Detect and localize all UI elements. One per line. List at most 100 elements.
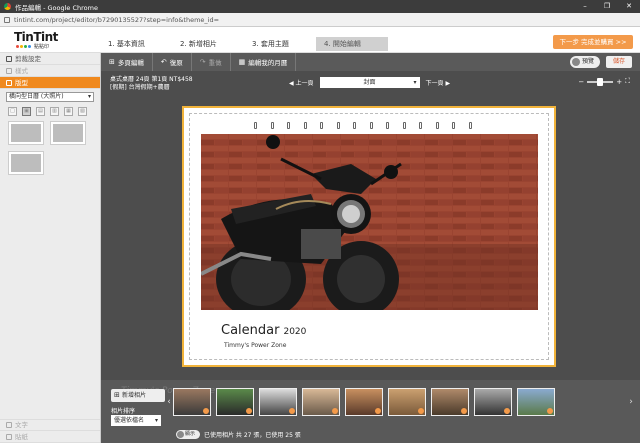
photo-usage-status: 已使用相片 共 27 張，已使用 25 張 [204,432,301,439]
workspace: 桌式桌曆 24頁 第1頁 NT$458 [假期] 台灣假期+農曆 ◀ 上一頁 封… [101,71,640,380]
step-apply-theme[interactable]: 3. 套用主題 [244,37,316,51]
sticker-icon [6,433,12,440]
edit-month-button[interactable]: ▦ 編輯我的月曆 [231,53,297,71]
multi-page-label: 多頁編輯 [117,59,144,67]
sidebar-item-label: 版型 [15,78,28,87]
four-photo-layout-icon[interactable]: ▦ [64,107,73,116]
photo-thumbnail[interactable] [216,388,254,416]
single-photo-layout-icon[interactable]: ▣ [22,107,31,116]
address-bar[interactable]: tintint.com/project/editor/b7290135527?s… [0,13,640,27]
zoom-slider[interactable] [587,77,614,86]
layout-type-select[interactable]: 橫向型日曆 (大照片) [6,92,94,102]
filmstrip-status: 顯示 已使用相片 共 27 張，已使用 25 張 [176,430,301,439]
undo-button[interactable]: ↶ 復原 [153,53,192,71]
project-info: 桌式桌曆 24頁 第1頁 NT$458 [假期] 台灣假期+農曆 [110,76,193,92]
layout-thumb[interactable] [8,121,44,145]
two-photo-layout-icon[interactable]: ▤ [36,107,45,116]
next-step-button[interactable]: 下一步 完成並購買 >> [553,35,633,49]
step-nav: 1. 基本資訊 2. 新增相片 3. 套用主題 4. 開始編輯 [100,37,388,51]
app-header: TinTint 點點印 1. 基本資訊 2. 新增相片 3. 套用主題 4. 開… [0,27,640,53]
cover-photo[interactable] [201,134,538,310]
thumbnail-list [173,388,555,416]
save-button[interactable]: 儲存 [606,56,632,68]
sidebar-item-sticker[interactable]: 貼紙 [0,431,100,443]
sidebar-item-crop[interactable]: 剪裁設定 [0,53,100,65]
editor-toolbar: ⊞ 多頁編輯 ↶ 復原 ↷ 重做 ▦ 編輯我的月曆 預覽 儲存 [101,53,640,71]
next-page-label: 下一頁 [425,80,444,87]
preview-toggle[interactable]: 預覽 [570,56,600,68]
layout-thumb[interactable] [8,151,44,175]
filmstrip-next-icon[interactable]: › [627,388,635,416]
chrome-icon [4,3,11,10]
filmstrip-prev-icon[interactable]: ‹ [165,388,173,416]
redo-label: 重做 [208,59,222,67]
three-photo-layout-icon[interactable]: ▥ [50,107,59,116]
photo-thumbnail[interactable] [345,388,383,416]
photo-thumbnail[interactable] [517,388,555,416]
sidebar: 剪裁設定 樣式 版型 橫向型日曆 (大照片) □ ▣ ▤ ▥ ▦ ▧ 文字 貼紙 [0,53,101,443]
page-select[interactable]: 封面 [319,77,420,88]
sort-label: 相片排序 [111,408,136,415]
layout-thumbnails [0,118,100,178]
project-info-line: 桌式桌曆 24頁 第1頁 NT$458 [110,76,193,83]
sidebar-item-text[interactable]: 文字 [0,419,100,431]
next-page-button[interactable]: 下一頁 ▶ [426,78,451,87]
minimize-button[interactable]: – [574,0,596,13]
close-button[interactable]: ✕ [618,0,640,13]
grid-icon: ⊞ [109,58,115,66]
layout-filter-icons: □ ▣ ▤ ▥ ▦ ▧ [0,105,100,118]
binding-rings [254,122,472,129]
maximize-button[interactable]: ❐ [596,0,618,13]
photo-thumbnail[interactable] [388,388,426,416]
add-photo-button[interactable]: 新增相片 [111,389,165,402]
zoom-slider-handle[interactable] [597,77,604,86]
blank-layout-icon[interactable]: □ [8,107,17,116]
layout-thumb[interactable] [50,121,86,145]
photo-thumbnail[interactable] [302,388,340,416]
calendar-title[interactable]: Calendar 2020 [221,323,306,338]
calendar-page[interactable]: Calendar 2020 Timmy's Power Zone [182,106,556,367]
window-titlebar: 作品編輯 - Google Chrome – ❐ ✕ [0,0,640,13]
undo-label: 復原 [169,59,183,67]
logo[interactable]: TinTint [14,30,58,44]
logo-sub: 點點印 [16,43,49,50]
calendar-icon: ▦ [238,58,246,66]
photo-thumbnail[interactable] [259,388,297,416]
multi-page-button[interactable]: ⊞ 多頁編輯 [101,53,153,71]
show-used-toggle[interactable]: 顯示 [176,430,200,439]
text-icon [6,422,12,428]
redo-button[interactable]: ↷ 重做 [192,53,231,71]
page-navigator: ◀ 上一頁 封面 下一頁 ▶ [289,77,450,88]
photo-thumbnail[interactable] [474,388,512,416]
zoom-in-button[interactable]: + [616,78,622,86]
style-icon [6,67,12,74]
sidebar-bottom: 文字 貼紙 [0,419,100,443]
window-title: 作品編輯 - Google Chrome [15,3,98,12]
step-start-editing[interactable]: 4. 開始編輯 [316,37,388,51]
sort-select[interactable]: 優選依檔名 [111,415,161,426]
photo-thumbnail[interactable] [431,388,469,416]
fullscreen-icon[interactable]: ⛶ [625,77,630,86]
sidebar-item-layout[interactable]: 版型 [0,77,100,89]
layout-icon [6,79,12,86]
lock-icon [4,16,10,23]
photo-filmstrip: Timmy's Power Zone 新增相片 相片排序 優選依檔名 ‹ › 顯… [101,380,640,443]
photo-thumbnail[interactable] [173,388,211,416]
zoom-out-button[interactable]: − [578,78,584,86]
multi-photo-layout-icon[interactable]: ▧ [78,107,87,116]
prev-page-button[interactable]: ◀ 上一頁 [289,78,314,87]
calendar-subtitle[interactable]: Timmy's Power Zone [224,342,286,349]
edit-month-label: 編輯我的月曆 [248,59,288,67]
sidebar-item-style[interactable]: 樣式 [0,65,100,77]
motorcycle-photo [201,134,538,310]
calendar-year: 2020 [283,327,307,337]
sidebar-item-label: 剪裁設定 [15,54,41,63]
logo-subtext: 點點印 [34,44,50,50]
step-add-photos[interactable]: 2. 新增相片 [172,37,244,51]
zoom-control: − + ⛶ [578,77,630,86]
address-url: tintint.com/project/editor/b7290135527?s… [14,15,220,24]
window-controls: – ❐ ✕ [574,0,640,13]
redo-icon: ↷ [199,58,206,66]
step-basic-info[interactable]: 1. 基本資訊 [100,37,172,51]
holiday-info-line: [假期] 台灣假期+農曆 [110,84,170,91]
